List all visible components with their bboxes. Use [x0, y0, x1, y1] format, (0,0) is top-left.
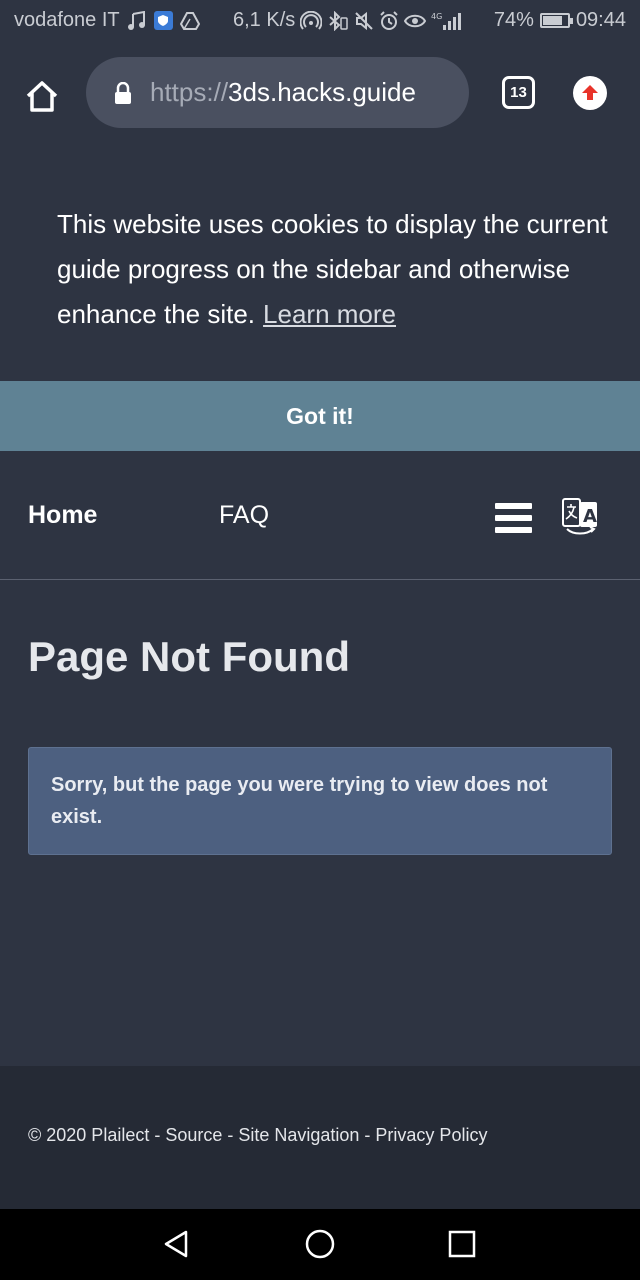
cookie-banner: This website uses cookies to display the…	[0, 144, 640, 381]
status-bar-left: vodafone IT	[14, 9, 200, 32]
home-system-button[interactable]	[304, 1228, 336, 1260]
svg-text:A: A	[583, 506, 597, 527]
recents-button[interactable]	[446, 1228, 478, 1260]
translate-icon[interactable]: A	[561, 496, 599, 536]
battery-icon	[539, 13, 573, 28]
bluetooth-icon	[327, 10, 349, 31]
nav-home-link[interactable]: Home	[28, 501, 97, 530]
music-note-icon	[127, 10, 147, 31]
arrow-up-icon	[582, 85, 598, 100]
site-nav: Home FAQ A	[0, 451, 640, 580]
cookie-message-block: This website uses cookies to display the…	[57, 202, 617, 337]
home-button[interactable]	[20, 74, 64, 118]
battery-level	[542, 16, 563, 25]
url-text: https://3ds.hacks.guide	[150, 77, 416, 108]
shield-icon	[153, 11, 173, 30]
square-icon	[448, 1230, 476, 1258]
status-bar-right: 74% 09:44	[494, 9, 626, 32]
circle-icon	[305, 1229, 335, 1259]
hotspot-icon	[300, 10, 323, 31]
error-alert: Sorry, but the page you were trying to v…	[28, 747, 612, 855]
site-footer: © 2020 Plailect - Source - Site Navigati…	[0, 1066, 640, 1209]
footer-text: © 2020 Plailect - Source - Site Navigati…	[28, 1125, 488, 1145]
lock-icon	[114, 81, 132, 104]
system-nav-bar	[0, 1209, 640, 1280]
alarm-icon	[379, 10, 399, 31]
update-button[interactable]	[573, 76, 607, 110]
eye-icon	[404, 13, 427, 29]
signal-icon: 4G	[431, 11, 462, 31]
url-bar[interactable]: https://3ds.hacks.guide	[86, 57, 469, 128]
svg-text:4G: 4G	[431, 12, 442, 21]
mute-icon	[354, 11, 374, 31]
home-icon	[26, 81, 58, 112]
status-bar-middle: 6,1 K/s 4G	[233, 9, 462, 32]
main-content: Page Not Found Sorry, but the page you w…	[0, 581, 640, 1066]
page-title: Page Not Found	[28, 633, 350, 680]
network-speed: 6,1 K/s	[233, 9, 296, 31]
clock: 09:44	[575, 9, 626, 31]
url-host: 3ds.hacks.guide	[228, 77, 416, 107]
drive-icon	[179, 11, 200, 30]
url-scheme: https://	[150, 77, 229, 107]
tab-count: 13	[510, 84, 527, 101]
tab-switcher-button[interactable]: 13	[502, 76, 535, 109]
nav-faq-link[interactable]: FAQ	[219, 501, 269, 530]
back-button[interactable]	[160, 1228, 192, 1260]
battery-percent: 74%	[493, 9, 534, 31]
carrier-label: vodafone IT	[14, 9, 120, 31]
menu-icon[interactable]	[495, 503, 532, 533]
learn-more-link[interactable]: Learn more	[263, 299, 396, 329]
browser-toolbar: https://3ds.hacks.guide 13	[0, 44, 640, 144]
back-triangle-icon	[164, 1230, 188, 1258]
status-bar: vodafone IT 6,1 K/s 4G 74% 09:44	[0, 0, 640, 44]
got-it-button[interactable]: Got it!	[0, 381, 640, 451]
